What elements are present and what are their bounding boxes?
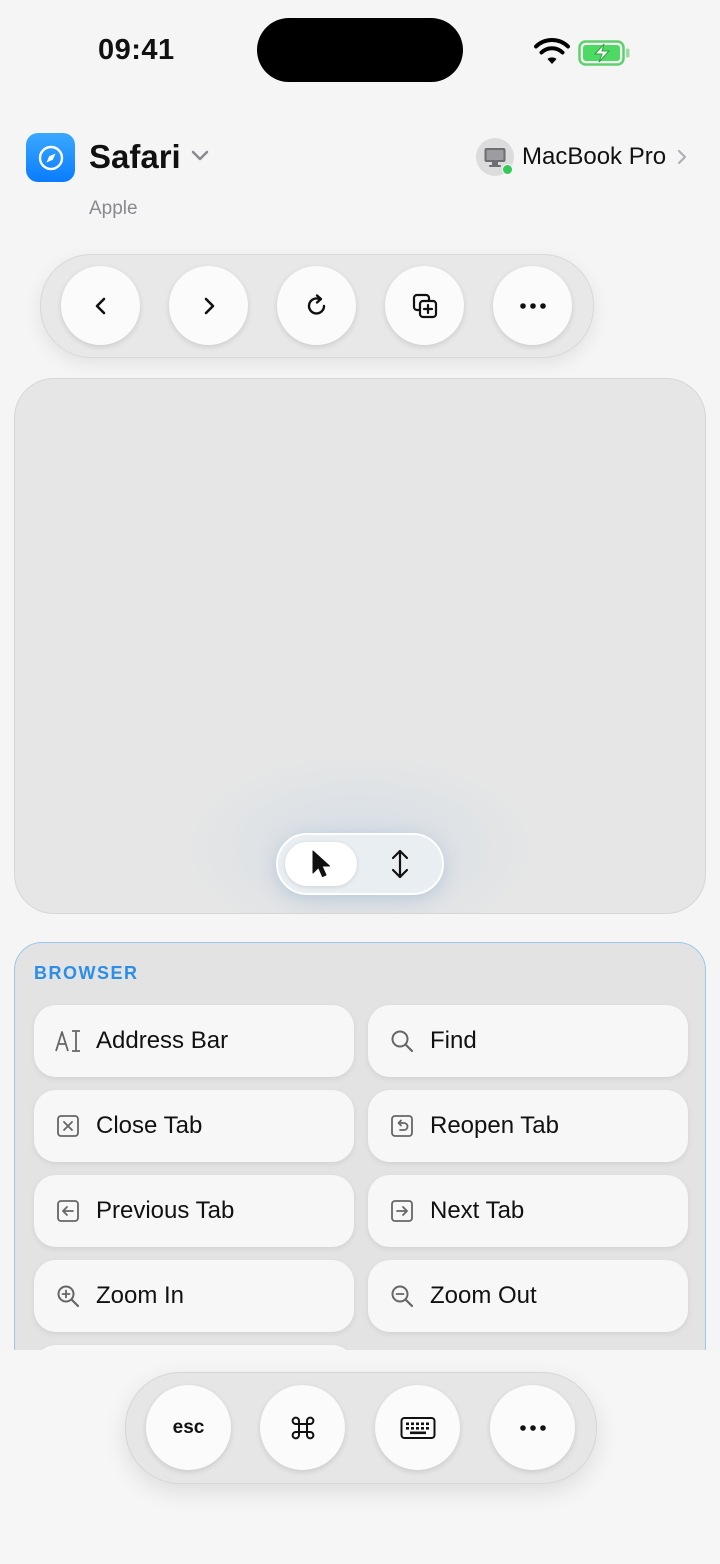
- status-time: 09:41: [98, 34, 175, 66]
- text-cursor-icon: [54, 1027, 82, 1055]
- address-bar-button[interactable]: Address Bar: [34, 1005, 354, 1077]
- search-icon: [388, 1027, 416, 1055]
- keyboard-button[interactable]: [375, 1385, 460, 1470]
- chevron-right-icon: [204, 297, 214, 314]
- more-button[interactable]: [493, 266, 572, 345]
- keyboard-icon: [400, 1416, 435, 1439]
- reopen-tab-button[interactable]: Reopen Tab: [368, 1090, 688, 1162]
- forward-button[interactable]: [169, 266, 248, 345]
- wifi-icon: [534, 38, 570, 64]
- keyboard-bar: esc: [125, 1372, 597, 1484]
- new-tab-button[interactable]: [385, 266, 464, 345]
- app-icon[interactable]: [26, 133, 75, 182]
- next-tab-button[interactable]: Next Tab: [368, 1175, 688, 1247]
- new-tab-icon: [412, 293, 437, 318]
- trackpad-mode-toggle: [276, 833, 444, 895]
- reopen-square-icon: [388, 1112, 416, 1140]
- chevron-right-icon: [677, 149, 687, 165]
- dynamic-island: [257, 18, 463, 82]
- reload-button[interactable]: [277, 266, 356, 345]
- more-icon: [519, 1424, 546, 1431]
- esc-button[interactable]: esc: [146, 1385, 231, 1470]
- zoom-in-button[interactable]: Zoom In: [34, 1260, 354, 1332]
- scroll-vertical-icon: [391, 849, 409, 879]
- app-developer: Apple: [89, 198, 138, 219]
- zoom-out-icon: [388, 1282, 416, 1310]
- browser-toolbar: [40, 254, 594, 358]
- chevron-down-icon[interactable]: [190, 148, 210, 164]
- section-title: BROWSER: [34, 963, 139, 983]
- command-button[interactable]: [260, 1385, 345, 1470]
- pointer-mode-button[interactable]: [285, 842, 357, 886]
- back-button[interactable]: [61, 266, 140, 345]
- browser-shortcuts-panel: BROWSER Address Bar Find Close Tab Reope…: [14, 942, 706, 1372]
- close-square-icon: [54, 1112, 82, 1140]
- arrow-left-square-icon: [54, 1197, 82, 1225]
- more-options-button[interactable]: [490, 1385, 575, 1470]
- previous-tab-button[interactable]: Previous Tab: [34, 1175, 354, 1247]
- arrow-right-square-icon: [388, 1197, 416, 1225]
- compass-icon: [38, 145, 63, 170]
- device-selector[interactable]: MacBook Pro: [476, 137, 688, 177]
- battery-icon: [578, 40, 630, 66]
- shortcut-label: Find: [430, 1027, 477, 1054]
- reload-icon: [307, 293, 325, 315]
- command-icon: [291, 1416, 314, 1439]
- device-name: MacBook Pro: [522, 143, 667, 170]
- shortcut-label: Next Tab: [430, 1197, 525, 1224]
- shortcut-label: Zoom Out: [430, 1282, 537, 1309]
- device-avatar: [476, 138, 514, 176]
- device-online-indicator: [502, 164, 513, 175]
- shortcut-label: Close Tab: [96, 1112, 203, 1139]
- zoom-in-icon: [54, 1282, 82, 1310]
- scroll-mode-button[interactable]: [366, 842, 434, 886]
- zoom-out-button[interactable]: Zoom Out: [368, 1260, 688, 1332]
- close-tab-button[interactable]: Close Tab: [34, 1090, 354, 1162]
- more-icon: [519, 302, 546, 309]
- app-name[interactable]: Safari: [89, 138, 181, 176]
- shortcut-label: Address Bar: [96, 1027, 229, 1054]
- pointer-icon: [312, 850, 330, 877]
- shortcut-label: Previous Tab: [96, 1197, 235, 1224]
- shortcut-label: Reopen Tab: [430, 1112, 559, 1139]
- find-button[interactable]: Find: [368, 1005, 688, 1077]
- chevron-left-icon: [95, 297, 105, 314]
- shortcut-label: Zoom In: [96, 1282, 185, 1309]
